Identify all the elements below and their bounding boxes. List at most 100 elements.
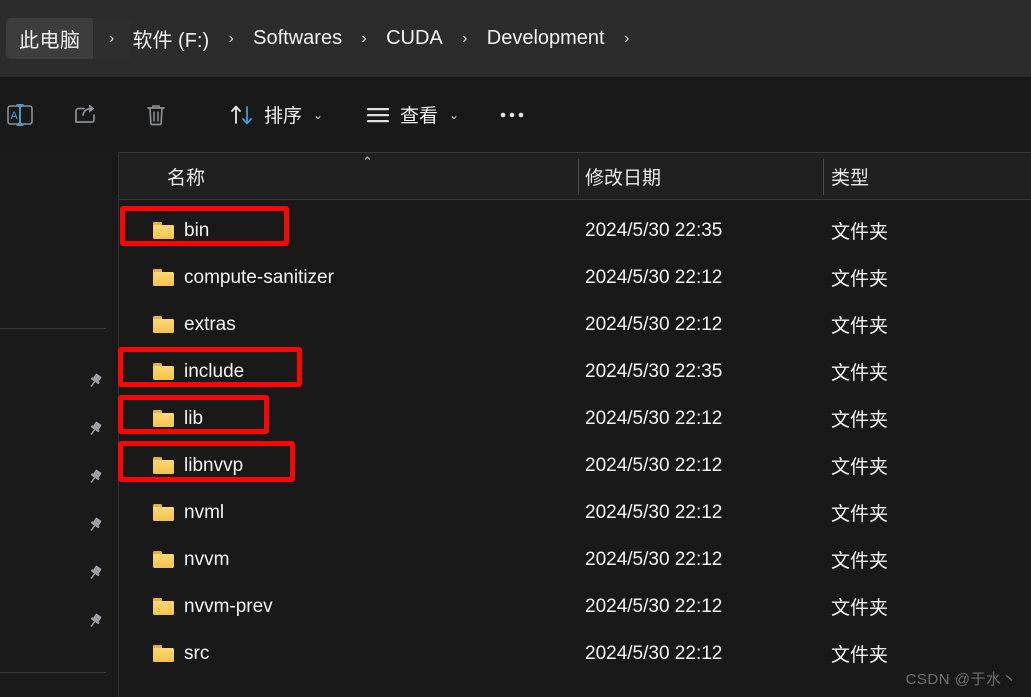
watermark: CSDN @于水丶 (905, 671, 1017, 688)
pin-icon[interactable] (86, 420, 104, 438)
file-name-label: nvvm-prev (184, 595, 273, 617)
delete-button[interactable] (130, 77, 182, 152)
file-date-cell: 2024/5/30 22:12 (585, 266, 723, 288)
file-type-cell: 文件夹 (831, 410, 889, 431)
breadcrumb-item-development[interactable]: Development (485, 18, 607, 59)
file-type-cell: 文件夹 (831, 316, 889, 337)
column-header-name[interactable]: 名称 (167, 153, 205, 199)
table-row[interactable]: lib 2024/5/30 22:12 文件夹 (119, 395, 1031, 442)
chevron-down-icon[interactable]: ⌄ (313, 108, 323, 122)
file-type-cell: 文件夹 (831, 457, 889, 478)
chevron-right-icon[interactable]: › (445, 18, 485, 59)
file-name-label: include (184, 360, 245, 382)
file-name-cell[interactable]: libnvvp (153, 455, 243, 477)
table-row[interactable]: compute-sanitizer 2024/5/30 22:12 文件夹 (119, 254, 1031, 301)
chevron-right-icon[interactable]: › (211, 18, 251, 59)
breadcrumb-item-software-f[interactable]: 软件 (F:) (131, 18, 212, 59)
view-button[interactable]: 查看 ⌄ (350, 77, 474, 152)
more-icon (498, 110, 526, 120)
file-name-cell[interactable]: compute-sanitizer (153, 267, 334, 289)
pin-icon[interactable] (86, 372, 104, 390)
toolbar: A 排序 ⌄ 查看 ⌄ (0, 77, 1031, 211)
nav-divider (0, 672, 106, 673)
file-name-cell[interactable]: bin (153, 220, 209, 242)
folder-icon (153, 645, 174, 662)
table-row[interactable]: nvvm-prev 2024/5/30 22:12 文件夹 (119, 583, 1031, 630)
column-divider[interactable] (578, 159, 579, 195)
address-bar: 此电脑 › 软件 (F:) › Softwares › CUDA › Devel… (0, 0, 1031, 77)
sort-ascending-icon: ⌃ (362, 154, 373, 169)
file-name-cell[interactable]: nvml (153, 502, 224, 524)
chevron-down-icon[interactable]: ⌄ (449, 108, 459, 122)
rename-button[interactable]: A (0, 77, 50, 152)
svg-text:A: A (10, 110, 18, 122)
pin-icon[interactable] (86, 612, 104, 630)
more-options-button[interactable] (484, 77, 540, 152)
folder-icon (153, 222, 174, 239)
view-label: 查看 (399, 106, 438, 127)
file-date-cell: 2024/5/30 22:12 (585, 501, 723, 523)
table-row[interactable]: nvml 2024/5/30 22:12 文件夹 (119, 489, 1031, 536)
file-name-cell[interactable]: include (153, 361, 244, 383)
file-name-cell[interactable]: src (153, 643, 209, 665)
folder-icon (153, 316, 174, 333)
table-row[interactable]: extras 2024/5/30 22:12 文件夹 (119, 301, 1031, 348)
sort-label: 排序 (263, 106, 302, 127)
breadcrumb-root-this-pc[interactable]: 此电脑 › (6, 18, 131, 59)
file-type-cell: 文件夹 (831, 363, 889, 384)
breadcrumb-item-cuda[interactable]: CUDA (384, 18, 445, 59)
file-date-cell: 2024/5/30 22:12 (585, 313, 723, 335)
folder-icon (153, 457, 174, 474)
chevron-right-icon[interactable]: › (344, 18, 384, 59)
navigation-pane (0, 152, 112, 697)
file-date-cell: 2024/5/30 22:35 (585, 219, 723, 241)
sort-button[interactable]: 排序 ⌄ (214, 77, 338, 152)
column-header-row: ⌃ 名称 修改日期 类型 (119, 152, 1031, 200)
file-list-pane: ⌃ 名称 修改日期 类型 bin 2024/5/30 22:35 文件夹 com… (119, 152, 1031, 697)
folder-icon (153, 551, 174, 568)
table-row[interactable]: nvvm 2024/5/30 22:12 文件夹 (119, 536, 1031, 583)
breadcrumb: 此电脑 › 软件 (F:) › Softwares › CUDA › Devel… (6, 18, 647, 59)
file-name-label: src (184, 642, 210, 664)
folder-icon (153, 598, 174, 615)
delete-icon (144, 102, 168, 128)
chevron-right-icon[interactable]: › (607, 18, 647, 59)
file-type-cell: 文件夹 (831, 598, 889, 619)
column-header-type[interactable]: 类型 (831, 153, 869, 199)
table-row[interactable]: libnvvp 2024/5/30 22:12 文件夹 (119, 442, 1031, 489)
file-date-cell: 2024/5/30 22:12 (585, 595, 723, 617)
file-explorer-window: 此电脑 › 软件 (F:) › Softwares › CUDA › Devel… (0, 0, 1031, 697)
pin-icon[interactable] (86, 468, 104, 486)
folder-icon (153, 363, 174, 380)
file-type-cell: 文件夹 (831, 222, 889, 243)
file-name-cell[interactable]: nvvm-prev (153, 596, 273, 618)
share-button[interactable] (58, 77, 114, 152)
column-divider[interactable] (823, 159, 824, 195)
file-name-label: libnvvp (184, 454, 244, 476)
file-name-cell[interactable]: lib (153, 408, 203, 430)
file-name-label: extras (184, 313, 236, 335)
file-name-cell[interactable]: nvvm (153, 549, 229, 571)
file-name-label: nvvm (184, 548, 230, 570)
column-header-date-modified[interactable]: 修改日期 (585, 153, 661, 199)
file-name-label: nvml (184, 501, 225, 523)
nav-divider (0, 328, 106, 329)
table-row[interactable]: src 2024/5/30 22:12 文件夹 (119, 630, 1031, 677)
file-name-cell[interactable]: extras (153, 314, 236, 336)
file-name-label: compute-sanitizer (184, 266, 334, 288)
file-date-cell: 2024/5/30 22:12 (585, 454, 723, 476)
table-row[interactable]: bin 2024/5/30 22:35 文件夹 (119, 207, 1031, 254)
folder-icon (153, 269, 174, 286)
pin-icon[interactable] (86, 516, 104, 534)
file-date-cell: 2024/5/30 22:12 (585, 548, 723, 570)
chevron-right-icon[interactable]: › (92, 18, 131, 59)
file-name-label: bin (184, 219, 210, 241)
folder-icon (153, 504, 174, 521)
file-type-cell: 文件夹 (831, 504, 889, 525)
pin-icon[interactable] (86, 564, 104, 582)
folder-icon (153, 410, 174, 427)
share-icon (72, 102, 100, 128)
table-row[interactable]: include 2024/5/30 22:35 文件夹 (119, 348, 1031, 395)
file-date-cell: 2024/5/30 22:12 (585, 642, 723, 664)
breadcrumb-item-softwares[interactable]: Softwares (251, 18, 344, 59)
